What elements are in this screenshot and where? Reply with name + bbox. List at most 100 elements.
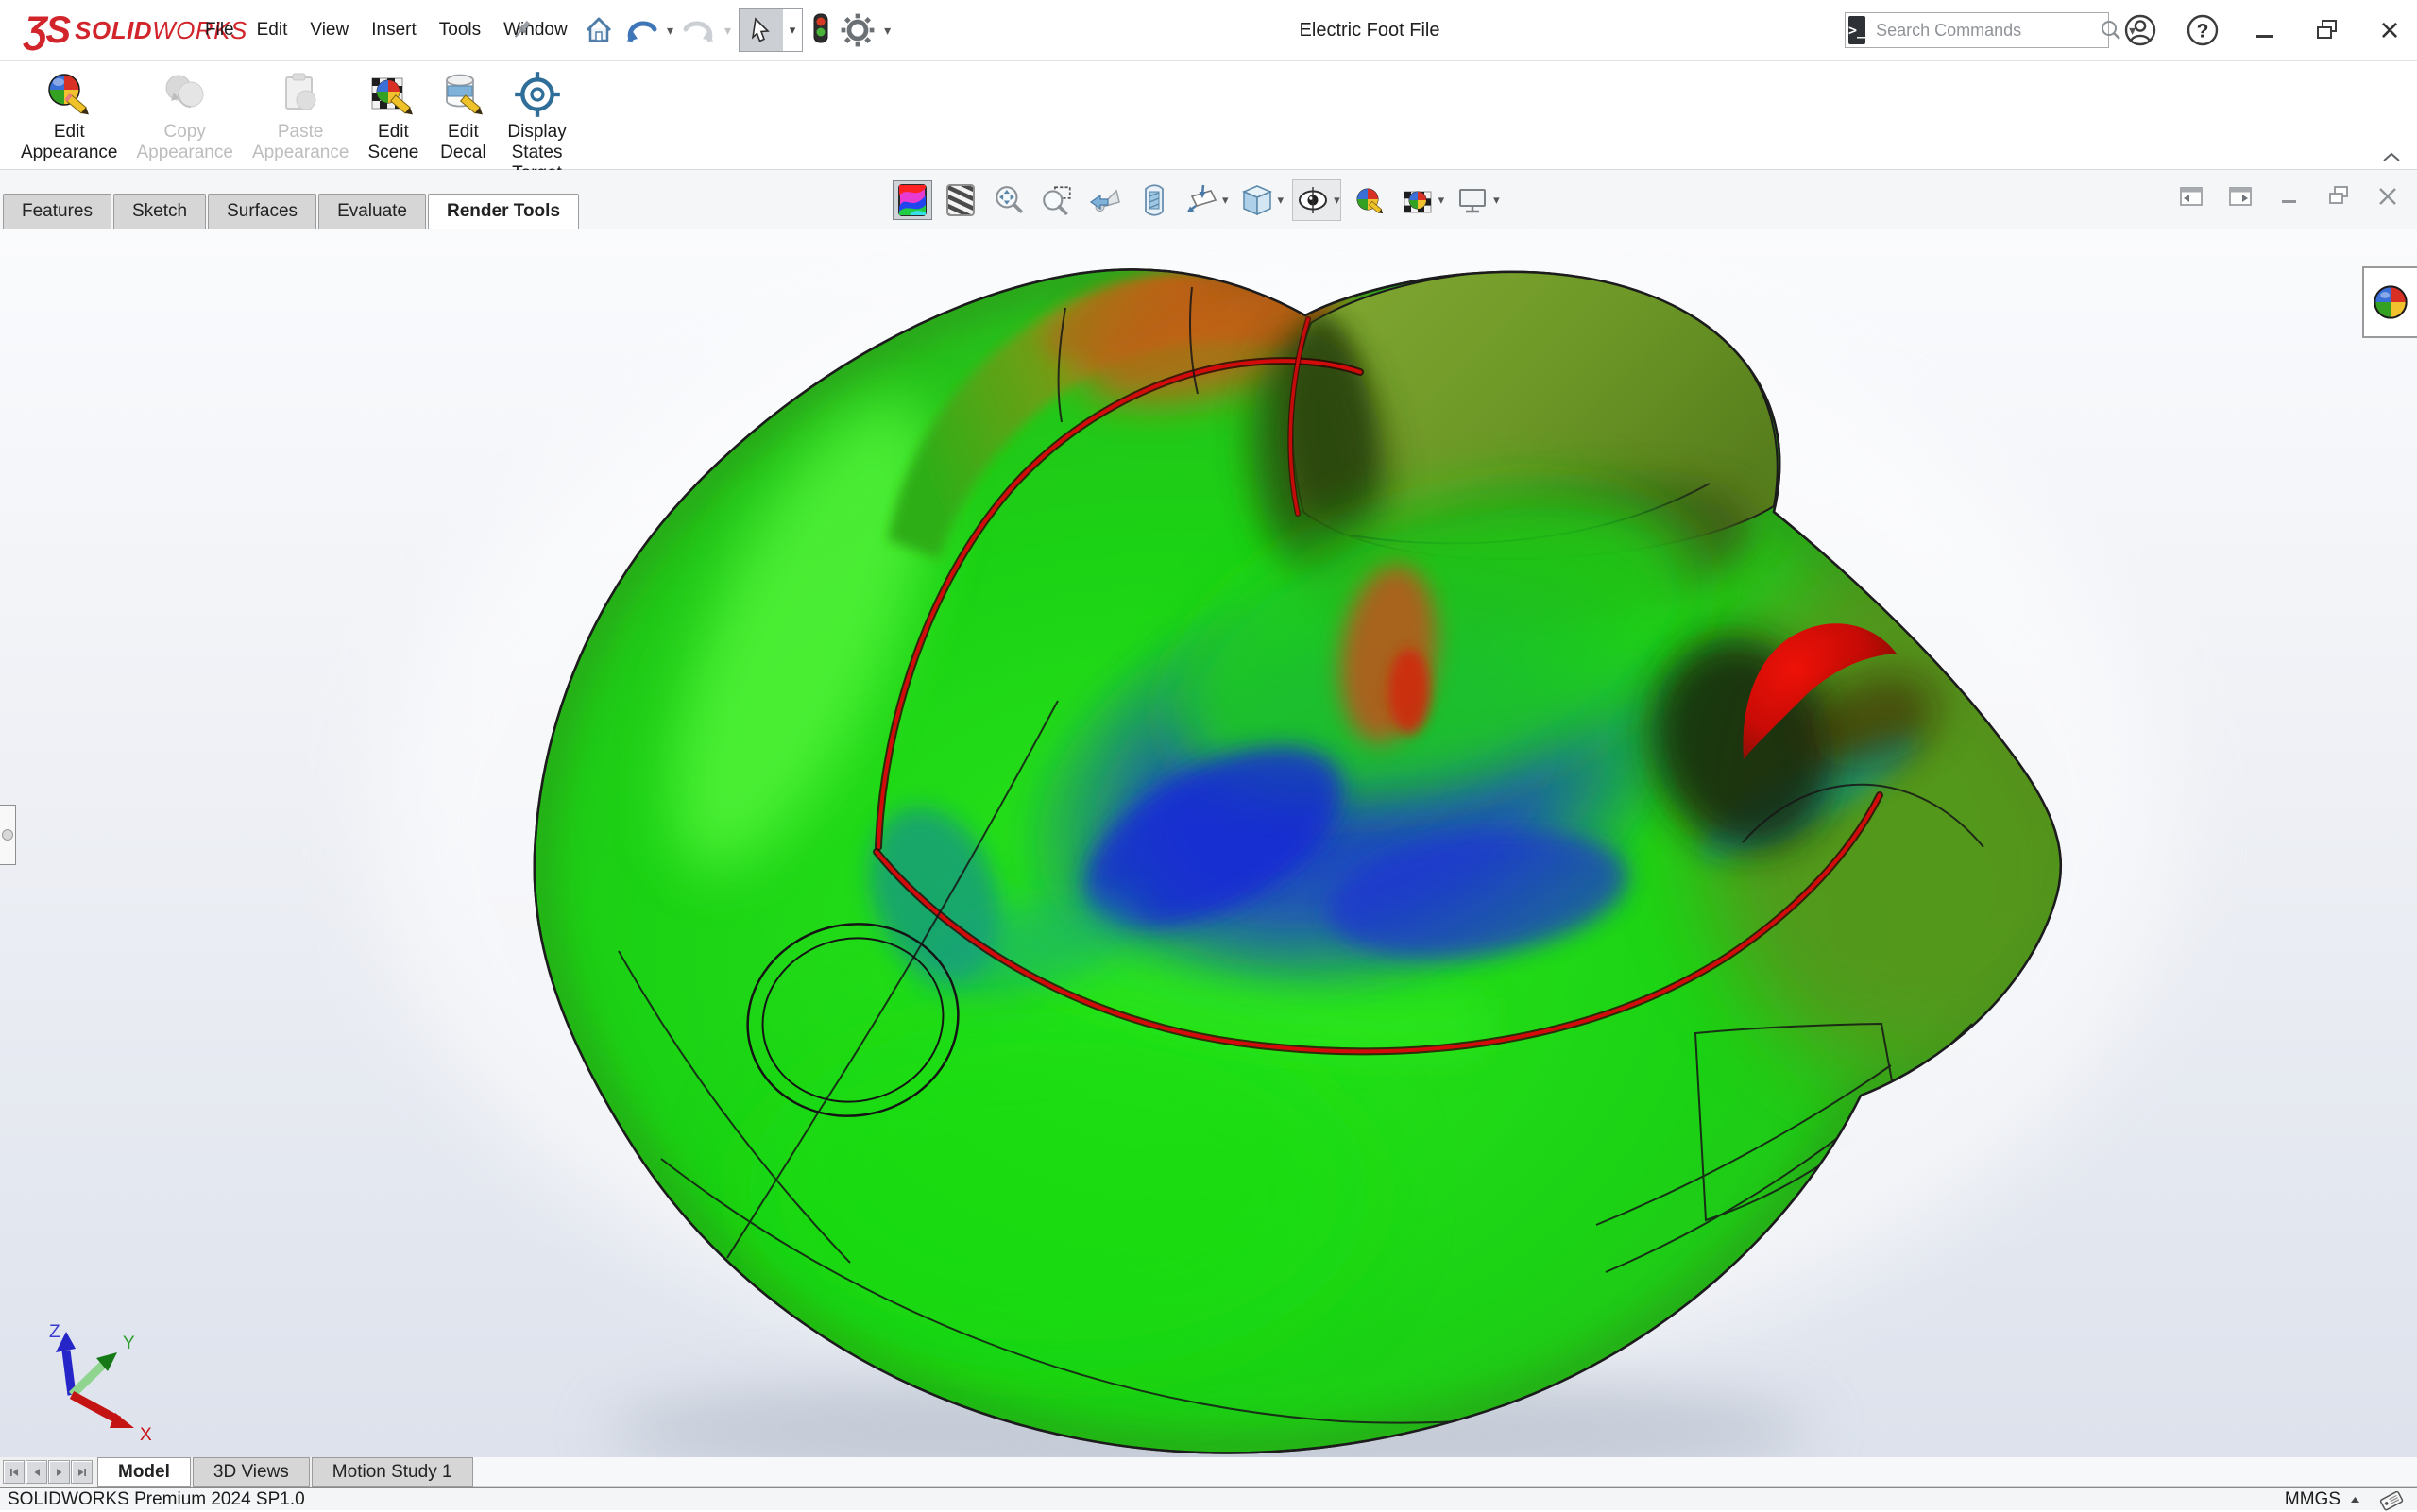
- select-tool: ▾: [739, 8, 803, 52]
- settings-gear-icon[interactable]: [835, 8, 880, 52]
- select-cursor-icon[interactable]: [740, 9, 783, 51]
- unit-system-dropdown[interactable]: MMGS: [2285, 1489, 2360, 1510]
- titlebar: ƷS SOLID WORKS File Edit View Insert Too…: [0, 0, 2417, 61]
- show-left-pane-icon[interactable]: [2177, 183, 2205, 210]
- edit-scene-button[interactable]: Edit Scene: [358, 65, 428, 165]
- tag-icon[interactable]: [2377, 1487, 2406, 1512]
- button-label: Edit: [448, 122, 479, 143]
- menu-view[interactable]: View: [298, 20, 360, 41]
- select-dropdown-caret[interactable]: ▾: [783, 9, 802, 51]
- tab-surfaces[interactable]: Surfaces: [208, 194, 316, 229]
- zoom-to-area-icon[interactable]: [1037, 180, 1077, 220]
- feature-manager-pane-handle[interactable]: [0, 805, 16, 865]
- edit-decal-button[interactable]: Edit Decal: [428, 65, 498, 165]
- redo-icon: [677, 8, 721, 52]
- tab-motion-study-1[interactable]: Motion Study 1: [312, 1457, 473, 1487]
- magnifier-icon[interactable]: [2099, 18, 2123, 42]
- view-settings-caret[interactable]: ▾: [1493, 193, 1500, 208]
- tab-sketch[interactable]: Sketch: [113, 194, 206, 229]
- home-icon[interactable]: [578, 8, 620, 52]
- next-tab-icon[interactable]: [48, 1460, 70, 1484]
- menu-window[interactable]: Window: [492, 20, 579, 41]
- graphics-area[interactable]: Z Y X: [0, 229, 2417, 1457]
- appearances-flyout-tab[interactable]: [2362, 266, 2417, 338]
- apply-scene-caret[interactable]: ▾: [1438, 193, 1445, 208]
- pin-menu-icon[interactable]: [510, 17, 535, 42]
- view-settings-icon[interactable]: [1453, 180, 1492, 220]
- apply-scene-group: ▾: [1398, 180, 1445, 220]
- copy-appearance-button: Copy Appearance: [127, 65, 242, 165]
- tab-3d-views[interactable]: 3D Views: [193, 1457, 310, 1487]
- previous-tab-icon[interactable]: [26, 1460, 47, 1484]
- display-style-icon[interactable]: [1237, 180, 1277, 220]
- hide-show-items-icon[interactable]: [1293, 180, 1333, 220]
- command-manager-ribbon: Edit Appearance Copy Appearance Paste Ap…: [0, 61, 2417, 170]
- ribbon-collapse-chevron-icon[interactable]: [2381, 150, 2402, 163]
- button-label: Copy: [164, 122, 206, 143]
- view-orientation-caret[interactable]: ▾: [1222, 193, 1229, 208]
- tab-evaluate[interactable]: Evaluate: [318, 194, 426, 229]
- menu-tools[interactable]: Tools: [428, 20, 492, 41]
- view-orientation-icon[interactable]: [1182, 180, 1221, 220]
- tab-model[interactable]: Model: [97, 1457, 191, 1487]
- undo-dropdown-caret[interactable]: ▾: [663, 23, 677, 39]
- close-icon[interactable]: ×: [2372, 12, 2408, 48]
- button-label: Appearance: [252, 143, 349, 163]
- previous-view-icon[interactable]: [1085, 180, 1125, 220]
- paste-appearance-icon: [275, 67, 326, 122]
- view-settings-group: ▾: [1453, 180, 1500, 220]
- zoom-to-fit-icon[interactable]: [989, 180, 1029, 220]
- account-icon[interactable]: [2122, 12, 2158, 48]
- appearances-sphere-icon: [2372, 283, 2409, 321]
- button-label: Decal: [440, 143, 486, 163]
- appearance-sphere-pencil-icon: [43, 67, 94, 122]
- edit-appearance-button[interactable]: Edit Appearance: [11, 65, 127, 165]
- model-electric-foot-file[interactable]: [0, 229, 2417, 1457]
- section-view-icon[interactable]: [1133, 180, 1173, 220]
- restore-document-icon[interactable]: [2324, 183, 2353, 210]
- restore-icon[interactable]: [2309, 12, 2345, 48]
- show-right-pane-icon[interactable]: [2226, 183, 2255, 210]
- hide-show-items-group: ▾: [1292, 179, 1341, 221]
- redo-dropdown-caret: ▾: [721, 23, 735, 39]
- curvature-icon[interactable]: [893, 180, 932, 220]
- display-states-target-button[interactable]: Display States Target: [498, 65, 575, 186]
- settings-dropdown-caret[interactable]: ▾: [880, 23, 894, 39]
- paste-appearance-button: Paste Appearance: [243, 65, 358, 165]
- minimize-icon[interactable]: [2247, 12, 2283, 48]
- minimize-document-icon[interactable]: [2275, 183, 2304, 210]
- last-tab-icon[interactable]: [71, 1460, 93, 1484]
- triad-x-label: X: [140, 1425, 152, 1445]
- unit-system-value: MMGS: [2285, 1489, 2340, 1510]
- help-icon[interactable]: ?: [2185, 12, 2221, 48]
- document-title: Electric Foot File: [1228, 0, 1511, 60]
- button-label: Scene: [367, 143, 418, 163]
- apply-scene-icon[interactable]: [1398, 180, 1438, 220]
- logo-text-solid: SOLID: [75, 16, 152, 45]
- command-prompt-icon: >_: [1848, 16, 1865, 44]
- close-document-icon[interactable]: [2374, 183, 2402, 210]
- rebuild-traffic-light-icon[interactable]: [807, 8, 835, 52]
- search-commands-box[interactable]: >_ ▾: [1845, 12, 2109, 48]
- view-orientation-group: ▾: [1182, 180, 1229, 220]
- zebra-stripes-icon[interactable]: [941, 180, 980, 220]
- menu-edit[interactable]: Edit: [246, 20, 299, 41]
- svg-text:?: ?: [2197, 21, 2209, 42]
- first-tab-icon[interactable]: [3, 1460, 25, 1484]
- search-input[interactable]: [1874, 20, 2097, 42]
- menu-file[interactable]: File: [194, 20, 246, 41]
- tab-render-tools[interactable]: Render Tools: [428, 194, 579, 229]
- scene-sphere-pencil-icon: [367, 67, 418, 122]
- triad-z-label: Z: [49, 1322, 60, 1342]
- heads-up-view-toolbar: ▾ ▾ ▾ ▾ ▾: [893, 179, 1500, 221]
- tab-features[interactable]: Features: [3, 194, 111, 229]
- display-style-caret[interactable]: ▾: [1278, 193, 1285, 208]
- undo-icon[interactable]: [620, 8, 663, 52]
- button-label: States: [512, 143, 563, 163]
- menu-insert[interactable]: Insert: [360, 20, 428, 41]
- units-dropdown-caret-icon: [2350, 1496, 2360, 1504]
- document-tab-bar: Model 3D Views Motion Study 1: [0, 1457, 2417, 1487]
- edit-appearance-icon[interactable]: [1350, 180, 1389, 220]
- decal-cylinder-pencil-icon: [437, 67, 488, 122]
- hide-show-items-caret[interactable]: ▾: [1334, 193, 1340, 208]
